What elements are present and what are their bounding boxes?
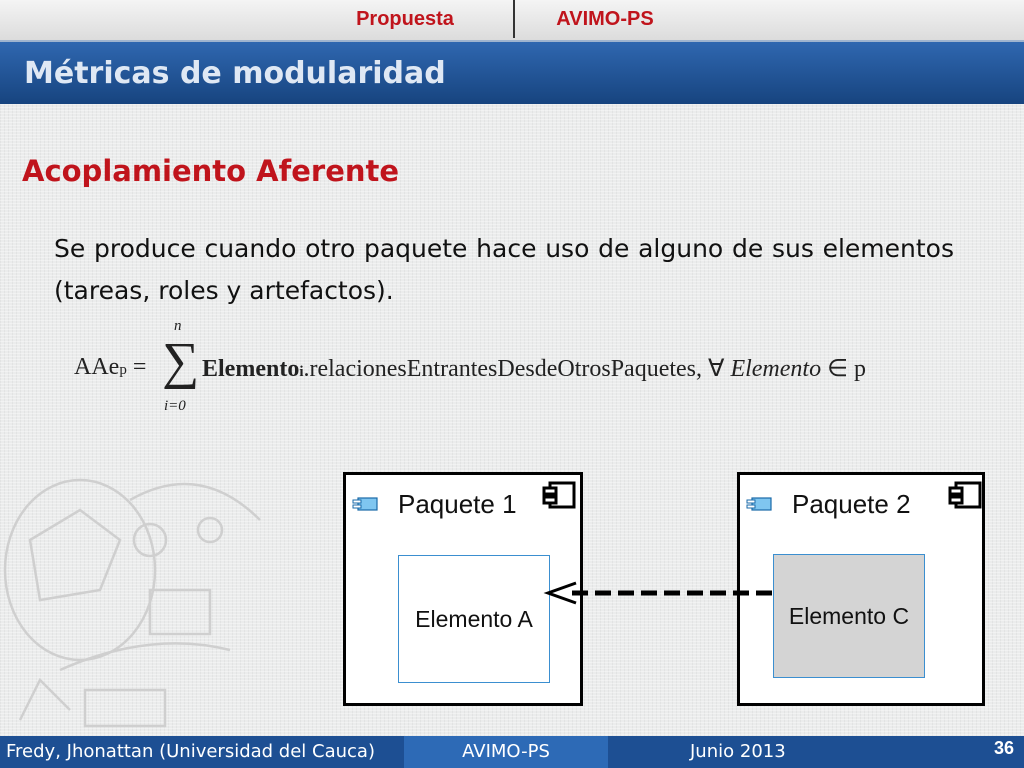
tab-propuesta[interactable]: Propuesta [330, 0, 480, 38]
page-number: 36 [993, 738, 1014, 758]
formula-rhs: Elementoi.relacionesEntrantesDesdeOtrosP… [202, 356, 866, 382]
package-2-title: Paquete 2 [792, 489, 911, 519]
component-icon [542, 481, 576, 509]
package-icon [746, 497, 772, 511]
component-icon [948, 481, 982, 509]
tab-divider [513, 0, 515, 38]
footer-bar: Fredy, Jhonattan (Universidad del Cauca)… [0, 736, 1024, 768]
package-icon [352, 497, 378, 511]
element-a: Elemento A [398, 555, 550, 683]
section-heading: Acoplamiento Aferente [22, 154, 400, 188]
sketch-decoration [3, 478, 261, 728]
formula: AAep = n ∑ i=0 Elementoi.relacionesEntra… [74, 318, 954, 418]
body-paragraph: Se produce cuando otro paquete hace uso … [54, 234, 954, 305]
formula-lhs: AAep = [74, 354, 147, 380]
package-1-title: Paquete 1 [398, 489, 517, 519]
element-c: Elemento C [773, 554, 925, 678]
sigma-icon: ∑ [162, 333, 200, 390]
footer-date: Junio 2013 [690, 741, 786, 762]
top-nav-bar: Propuesta AVIMO-PS [0, 0, 1024, 40]
title-bar: Métricas de modularidad [0, 40, 1024, 104]
tab-avimo-ps[interactable]: AVIMO-PS [530, 0, 680, 38]
sum-lower-limit: i=0 [164, 398, 186, 414]
footer-project: AVIMO-PS [404, 736, 608, 768]
slide-title: Métricas de modularidad [24, 56, 446, 91]
footer-authors: Fredy, Jhonattan (Universidad del Cauca) [6, 741, 375, 762]
dependency-arrow [543, 581, 772, 605]
